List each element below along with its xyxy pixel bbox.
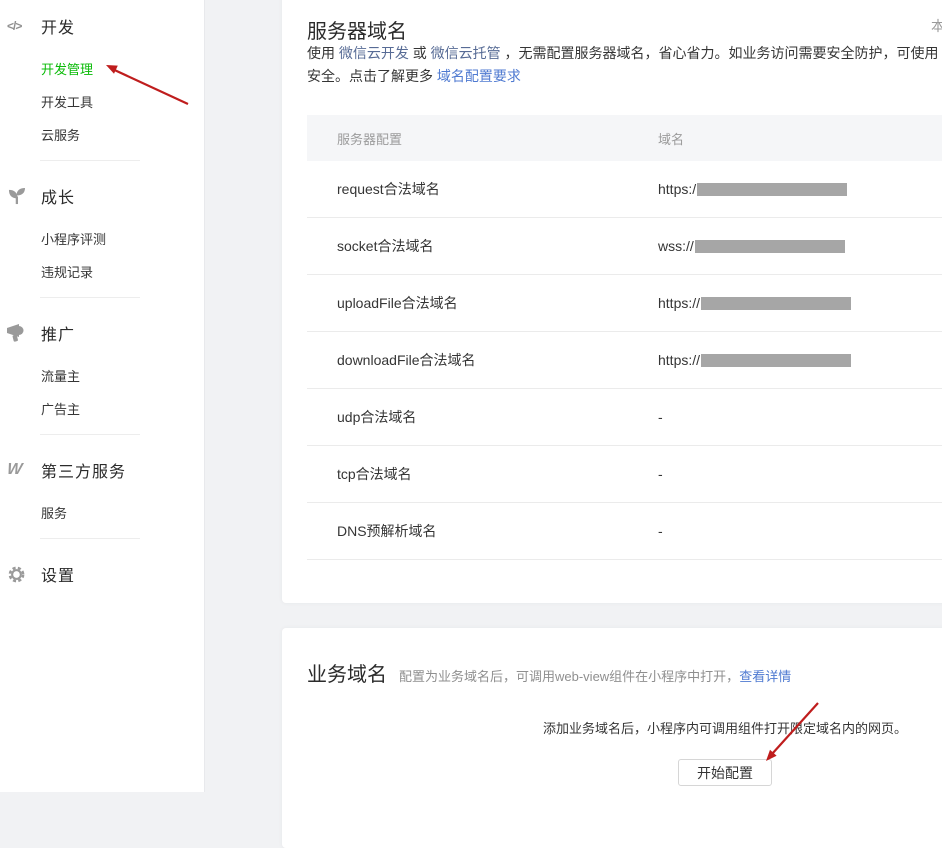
sidebar-item-云服务[interactable]: 云服务 — [0, 127, 204, 145]
page: { "colors": { "accent_green": "#09bb07",… — [0, 0, 942, 792]
server-config-cell: downloadFile合法域名 — [337, 350, 658, 370]
sidebar-divider — [40, 538, 140, 539]
code-icon: </> — [7, 19, 41, 33]
domain-value: https:/ — [658, 181, 696, 197]
desc-text: 使用 — [307, 45, 339, 61]
table-row: tcp合法域名 - — [307, 446, 942, 503]
sidebar-section-header[interactable]: 成长 — [0, 185, 204, 207]
domain-cell: - — [658, 523, 663, 539]
server-domain-description-line2: 安全。点击了解更多 域名配置要求 — [307, 66, 521, 86]
desc-text: ，无需配置服务器域名，省心省力。如业务访问需要安全防护，可使用 — [501, 45, 942, 61]
business-domain-header: 业务域名 配置为业务域名后，可调用web-view组件在小程序中打开，查看详情 — [307, 658, 791, 687]
sidebar-section-title: 开发 — [41, 14, 75, 38]
sidebar-divider — [40, 297, 140, 298]
business-domain-title: 业务域名 — [307, 658, 387, 687]
sidebar-section-header[interactable]: </> 开发 — [0, 15, 204, 37]
sidebar-section-title: 第三方服务 — [41, 458, 126, 482]
sidebar-section: 设置 — [0, 563, 204, 585]
table-row: request合法域名 https:/ — [307, 161, 942, 218]
domain-value: - — [658, 466, 663, 482]
sidebar-section-title: 推广 — [41, 321, 75, 345]
desc-text: 或 — [409, 45, 431, 61]
server-domain-description-line1: 使用 微信云开发 或 微信云托管 ，无需配置服务器域名，省心省力。如业务访问需要… — [307, 43, 942, 63]
domain-value: - — [658, 409, 663, 425]
sidebar-section-header[interactable]: 推广 — [0, 322, 204, 344]
server-domain-table: 服务器配置 域名 request合法域名 https:/ socket合法域名 … — [307, 115, 942, 560]
business-domain-hint: 添加业务域名后，小程序内可调用组件打开限定域名内的网页。 — [425, 718, 942, 737]
redacted-domain-bar — [701, 354, 851, 367]
column-header-server-config: 服务器配置 — [337, 129, 658, 148]
table-row: uploadFile合法域名 https:// — [307, 275, 942, 332]
business-domain-subtitle: 配置为业务域名后，可调用web-view组件在小程序中打开，查看详情 — [399, 666, 791, 685]
sidebar-divider — [40, 160, 140, 161]
domain-cell: - — [658, 466, 663, 482]
domain-cell: https:/ — [658, 181, 847, 197]
server-config-cell: uploadFile合法域名 — [337, 293, 658, 313]
sidebar-section: 推广 流量主 广告主 — [0, 322, 204, 419]
desc-text: 安全。点击了解更多 — [307, 68, 437, 84]
cloud-dev-link[interactable]: 微信云开发 — [339, 45, 409, 61]
domain-cell: - — [658, 409, 663, 425]
sidebar-section: W 第三方服务 服务 — [0, 459, 204, 523]
domain-value: https:// — [658, 295, 700, 311]
domain-cell: wss:// — [658, 238, 845, 254]
domain-cell: https:// — [658, 295, 851, 311]
sidebar-item-开发工具[interactable]: 开发工具 — [0, 94, 204, 112]
gear-icon — [7, 565, 41, 584]
table-row: downloadFile合法域名 https:// — [307, 332, 942, 389]
sidebar-item-违规记录[interactable]: 违规记录 — [0, 264, 204, 282]
server-config-cell: udp合法域名 — [337, 407, 658, 427]
table-body: request合法域名 https:/ socket合法域名 wss:// up… — [307, 161, 942, 560]
redacted-domain-bar — [695, 240, 845, 253]
sidebar: </> 开发 开发管理 开发工具 云服务 成长 小程序评测 违规记录 推广 流量… — [0, 0, 205, 792]
sidebar-item-开发管理[interactable]: 开发管理 — [0, 61, 204, 79]
sidebar-divider — [40, 434, 140, 435]
sidebar-section-header[interactable]: 设置 — [0, 563, 204, 585]
view-details-link[interactable]: 查看详情 — [739, 669, 791, 684]
corner-cutoff-text: 本 — [931, 16, 942, 36]
subtitle-text: 配置为业务域名后，可调用web-view组件在小程序中打开， — [399, 669, 739, 684]
business-domain-card: 业务域名 配置为业务域名后，可调用web-view组件在小程序中打开，查看详情 … — [282, 628, 942, 848]
domain-value: wss:// — [658, 238, 694, 254]
growth-icon — [7, 188, 41, 205]
table-header-row: 服务器配置 域名 — [307, 115, 942, 161]
sidebar-item-广告主[interactable]: 广告主 — [0, 401, 204, 419]
server-domain-title: 服务器域名 — [307, 15, 407, 44]
server-domain-card: 服务器域名 使用 微信云开发 或 微信云托管 ，无需配置服务器域名，省心省力。如… — [282, 0, 942, 603]
server-config-cell: request合法域名 — [337, 179, 658, 199]
third-party-icon: W — [7, 461, 41, 479]
table-row: DNS预解析域名 - — [307, 503, 942, 560]
server-config-cell: tcp合法域名 — [337, 464, 658, 484]
domain-config-requirements-link[interactable]: 域名配置要求 — [437, 68, 521, 84]
table-row: udp合法域名 - — [307, 389, 942, 446]
sidebar-item-服务[interactable]: 服务 — [0, 505, 204, 523]
sidebar-section-title: 设置 — [41, 562, 75, 586]
table-row: socket合法域名 wss:// — [307, 218, 942, 275]
sidebar-section-header[interactable]: W 第三方服务 — [0, 459, 204, 481]
start-config-button[interactable]: 开始配置 — [678, 759, 772, 786]
sidebar-sections: </> 开发 开发管理 开发工具 云服务 成长 小程序评测 违规记录 推广 流量… — [0, 15, 204, 609]
domain-cell: https:// — [658, 352, 851, 368]
redacted-domain-bar — [697, 183, 847, 196]
cloud-hosting-link[interactable]: 微信云托管 — [431, 45, 501, 61]
sidebar-section: 成长 小程序评测 违规记录 — [0, 185, 204, 282]
server-config-cell: DNS预解析域名 — [337, 521, 658, 541]
domain-value: - — [658, 523, 663, 539]
sidebar-section-title: 成长 — [41, 184, 75, 208]
redacted-domain-bar — [701, 297, 851, 310]
domain-value: https:// — [658, 352, 700, 368]
sidebar-section: </> 开发 开发管理 开发工具 云服务 — [0, 15, 204, 145]
sidebar-item-流量主[interactable]: 流量主 — [0, 368, 204, 386]
sidebar-item-小程序评测[interactable]: 小程序评测 — [0, 231, 204, 249]
server-config-cell: socket合法域名 — [337, 236, 658, 256]
megaphone-icon — [7, 324, 41, 342]
column-header-domain: 域名 — [658, 129, 684, 148]
